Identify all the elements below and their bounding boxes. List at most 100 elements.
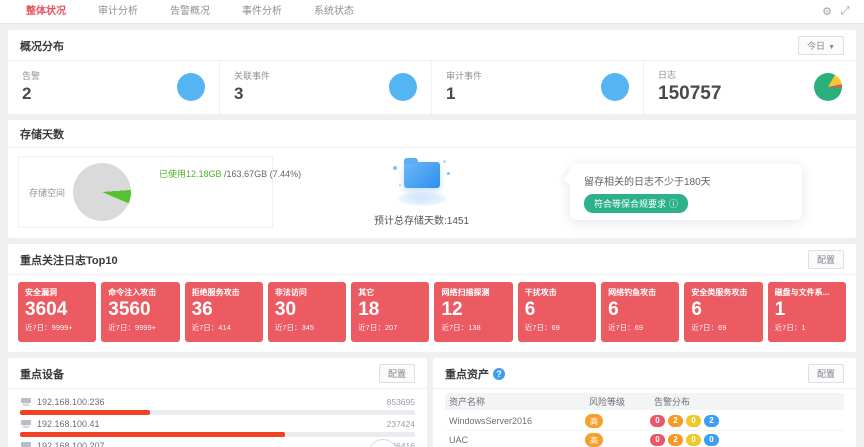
device-bar-fill [20,410,150,415]
expand-icon[interactable]: ⤢ [836,5,854,18]
overview-stats: 告警 2 关联事件 3 审计事件 1 日志 150757 [8,61,856,114]
device-row[interactable]: 192.168.100.41 237424 [20,419,415,437]
tab-event-analysis[interactable]: 事件分析 [226,0,298,23]
overview-title: 概况分布 [20,38,64,54]
storage-title: 存储天数 [20,126,64,142]
retention-notice-card: 留存相关的日志不少于180天 符合等保合规要求 ⓘ [570,164,802,220]
date-range-label: 今日 [807,41,825,51]
tab-overall-status[interactable]: 整体状况 [10,0,82,23]
risk-pill: 高 [585,414,603,428]
badge-critical: 0 [650,415,665,427]
overview-panel: 概况分布 今日▼ 告警 2 关联事件 3 审计事件 1 [8,30,856,114]
top10-card[interactable]: 网络钓鱼攻击 6 近7日：69 [601,282,679,342]
blue-circle-icon [601,73,629,101]
stat-correlated-events[interactable]: 关联事件 3 [220,61,432,114]
top10-card[interactable]: 网络扫描探测 12 近7日：138 [434,282,512,342]
device-value: 237424 [387,419,415,429]
device-ip: 192.168.100.236 [37,397,105,407]
stat-label: 日志 [658,68,721,81]
card-recent: 近7日：138 [441,322,505,333]
chevron-down-icon: ▼ [828,44,835,51]
device-icon [20,397,32,407]
device-ip: 192.168.100.207 [37,441,105,447]
badge-medium: 0 [686,415,701,427]
top10-card[interactable]: 命令注入攻击 3560 近7日：9999+ [101,282,179,342]
tab-system-status[interactable]: 系统状态 [298,0,370,23]
device-list: 192.168.100.236 853695 192.168.100.41 23… [8,389,427,447]
device-value: 853695 [387,397,415,407]
card-value: 18 [358,298,422,322]
stat-alarms[interactable]: 告警 2 [8,61,220,114]
card-recent: 近7日：345 [275,322,339,333]
card-title: 安全漏洞 [25,287,89,298]
asset-table: 资产名称 风险等级 告警分布 WindowsServer2016 高 0 2 0… [433,389,856,447]
help-icon[interactable]: ? [493,368,505,380]
top10-card[interactable]: 非法访问 30 近7日：345 [268,282,346,342]
top10-panel: 重点关注日志Top10 配置 安全漏洞 3604 近7日：9999+ 命令注入攻… [8,244,856,352]
storage-space-label: 存储空间 [29,186,65,199]
card-recent: 近7日：9999+ [108,322,172,333]
folder-icon [387,158,457,210]
top10-card[interactable]: 其它 18 近7日：207 [351,282,429,342]
storage-days-block: 预计总存储天数:1451 [283,158,560,227]
device-ip: 192.168.100.41 [37,419,100,429]
device-bar-track [20,432,415,437]
asset-row[interactable]: UAC 高 0 2 0 0 [445,431,844,447]
stat-label: 关联事件 [234,69,270,82]
risk-pill: 高 [585,433,603,447]
asset-name: UAC [445,435,585,445]
compliance-badge-button[interactable]: 符合等保合规要求 ⓘ [584,194,688,213]
device-row[interactable]: 192.168.100.207 2106416 [20,441,415,447]
assets-config-button[interactable]: 配置 [808,364,844,383]
asset-row[interactable]: WindowsServer2016 高 0 2 0 2 [445,412,844,431]
badge-high: 2 [668,415,683,427]
top10-card[interactable]: 磁盘与文件系... 1 近7日：1 [768,282,846,342]
devices-config-button[interactable]: 配置 [379,364,415,383]
blue-circle-icon [389,73,417,101]
top10-config-button[interactable]: 配置 [808,250,844,269]
card-title: 安全类服务攻击 [691,287,755,298]
badge-critical: 0 [650,434,665,446]
card-recent: 近7日：414 [192,322,256,333]
compliance-badge-label: 符合等保合规要求 [594,197,666,210]
card-value: 12 [441,298,505,322]
top10-card[interactable]: 安全类服务攻击 6 近7日：69 [684,282,762,342]
stat-value: 1 [446,84,482,104]
storage-days-text: 预计总存储天数:1451 [374,212,469,227]
device-bar-fill [20,432,285,437]
asset-table-header: 资产名称 风险等级 告警分布 [445,393,844,410]
badge-low: 0 [704,434,719,446]
dashboard-root: 整体状况 审计分析 告警概况 事件分析 系统状态 ⚙ ⤢ 概况分布 今日▼ 告警… [0,0,864,447]
devices-title: 重点设备 [20,366,64,382]
card-recent: 近7日：69 [691,322,755,333]
card-title: 干扰攻击 [525,287,589,298]
col-alarm-distribution: 告警分布 [650,395,844,408]
device-row[interactable]: 192.168.100.236 853695 [20,397,415,415]
storage-space-card: 存储空间 已使用12.18GB /163.67GB (7.44%) [18,156,273,228]
tab-alarm-overview[interactable]: 告警概况 [154,0,226,23]
card-value: 6 [608,298,672,322]
info-icon: ⓘ [669,197,678,210]
card-value: 30 [275,298,339,322]
card-title: 其它 [358,287,422,298]
stat-label: 审计事件 [446,69,482,82]
badge-high: 2 [668,434,683,446]
card-title: 非法访问 [275,287,339,298]
stat-audit-events[interactable]: 审计事件 1 [432,61,644,114]
col-asset-name: 资产名称 [445,395,585,408]
gear-icon[interactable]: ⚙ [818,5,836,18]
top10-card[interactable]: 干扰攻击 6 近7日：69 [518,282,596,342]
date-range-dropdown[interactable]: 今日▼ [798,36,844,55]
card-value: 1 [775,298,839,322]
card-value: 3604 [25,298,89,322]
top10-card[interactable]: 拒绝服务攻击 36 近7日：414 [185,282,263,342]
badge-low: 2 [704,415,719,427]
device-icon [20,419,32,429]
col-risk-level: 风险等级 [585,395,650,408]
card-value: 6 [691,298,755,322]
top10-card[interactable]: 安全漏洞 3604 近7日：9999+ [18,282,96,342]
tab-audit-analysis[interactable]: 审计分析 [82,0,154,23]
card-recent: 近7日：69 [608,322,672,333]
key-assets-panel: 重点资产 ? 配置 资产名称 风险等级 告警分布 WindowsServer20… [433,358,856,447]
stat-logs[interactable]: 日志 150757 [644,61,856,114]
